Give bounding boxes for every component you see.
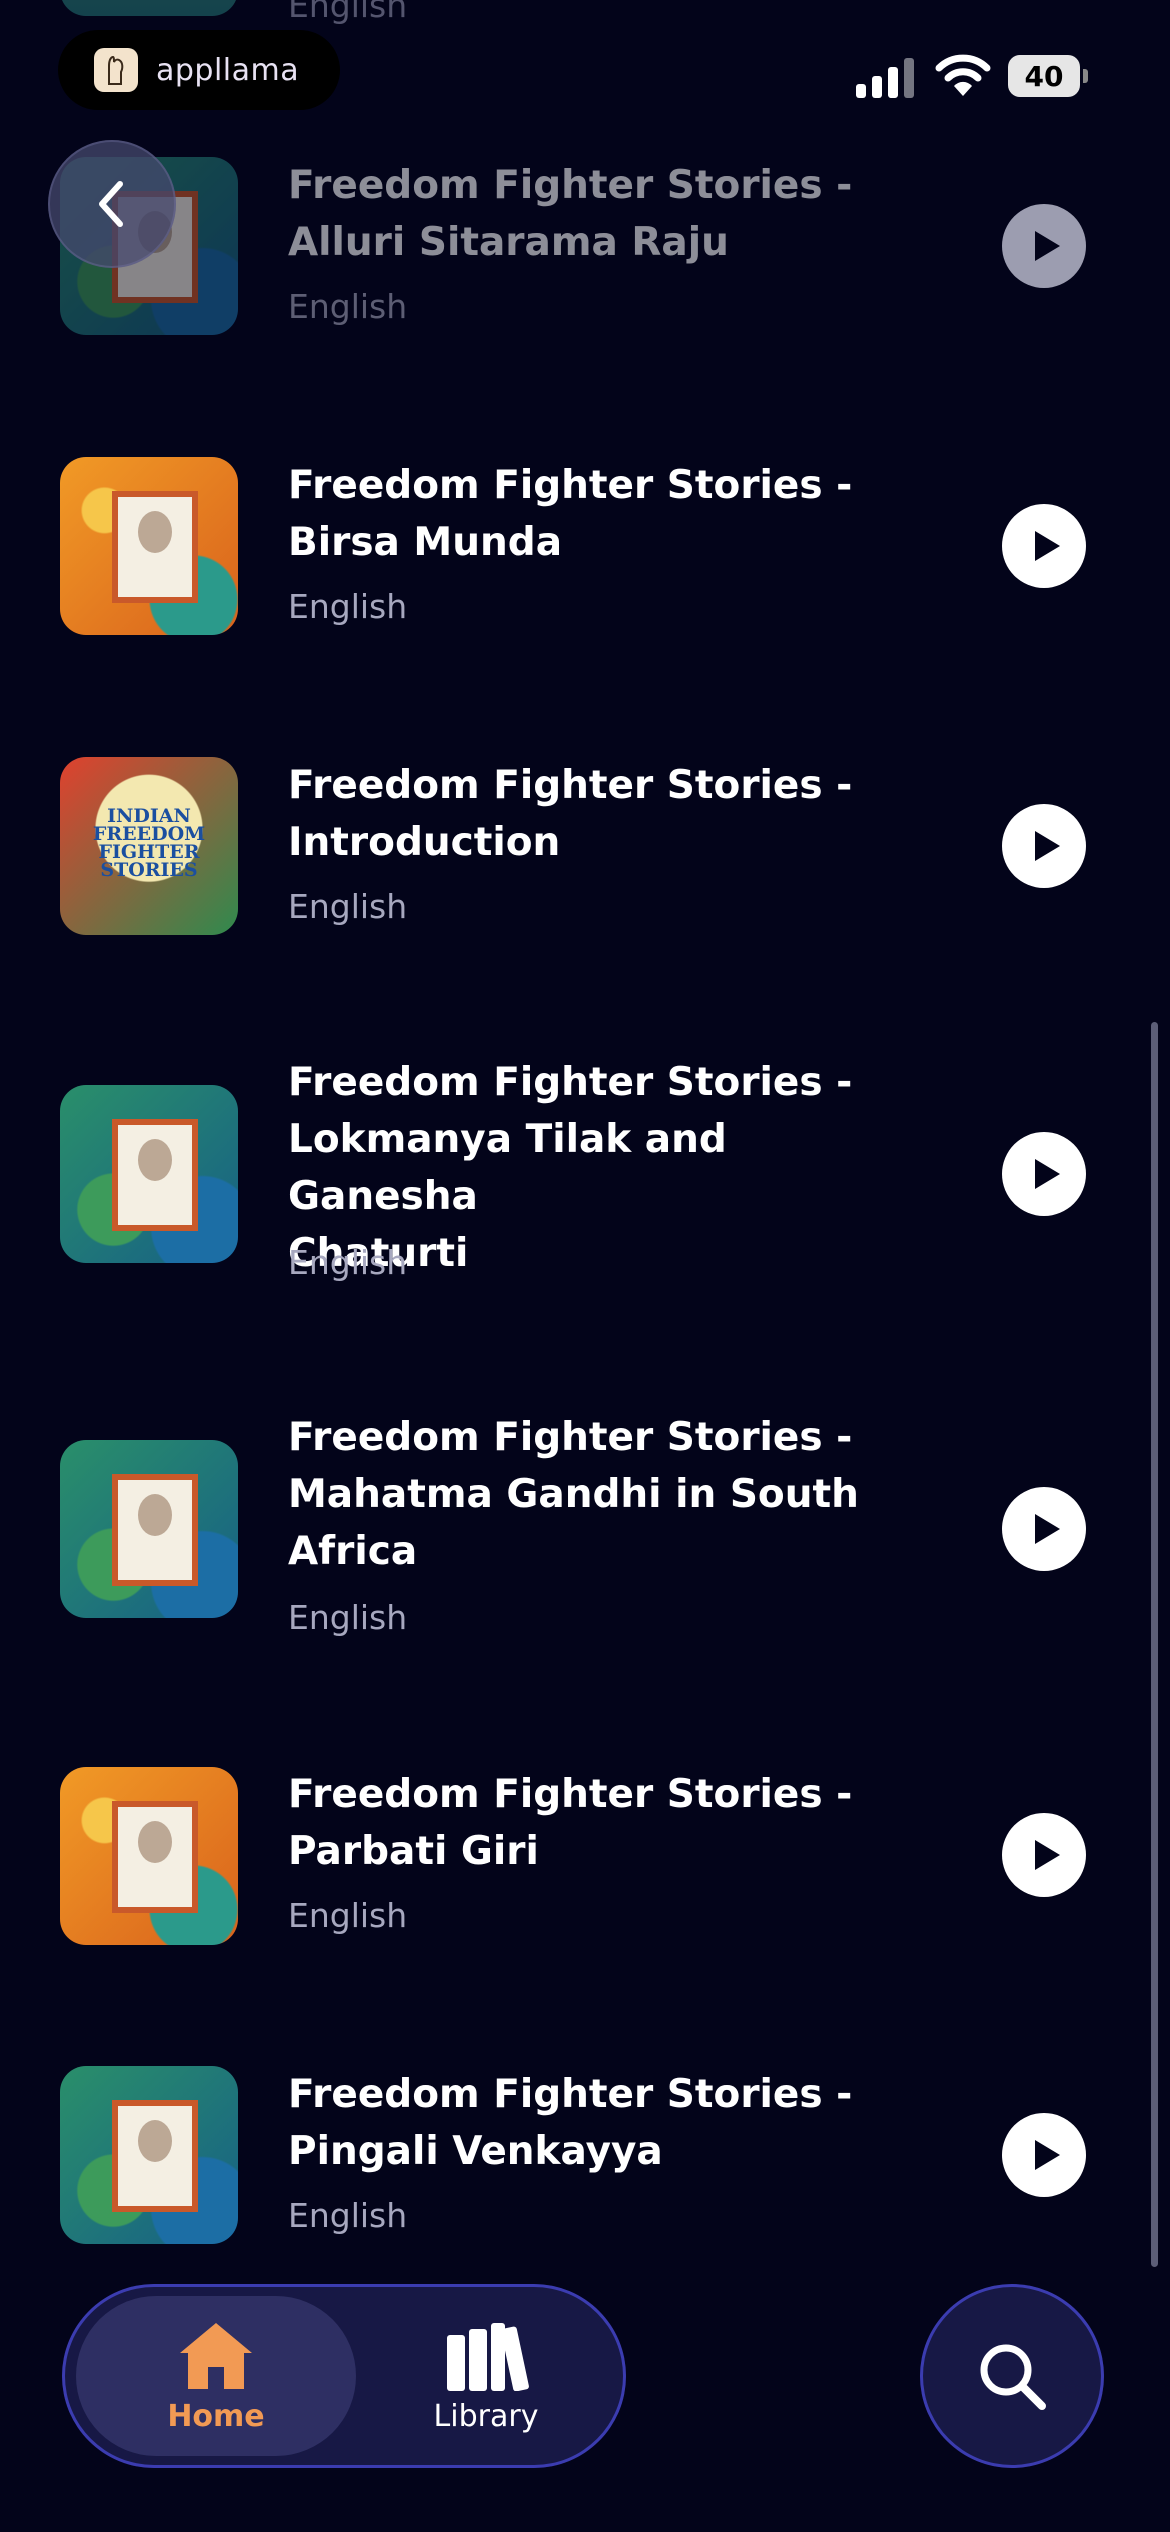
tab-library[interactable]: Library <box>362 2284 610 2468</box>
story-language: English <box>288 287 408 326</box>
cover-art: INDIAN FREEDOM FIGHTER STORIES <box>60 757 238 935</box>
play-icon <box>1034 1514 1060 1544</box>
story-title: Freedom Fighter Stories - Mahatma Gandhi… <box>288 1415 859 1574</box>
status-bar: appllama 40 <box>0 0 1170 150</box>
play-icon <box>1034 1840 1060 1870</box>
play-icon <box>1034 231 1060 261</box>
story-language: English <box>288 587 408 626</box>
wifi-icon <box>935 52 991 98</box>
scrollbar[interactable] <box>1151 1022 1158 2267</box>
cover-art <box>60 2066 238 2244</box>
battery-level: 40 <box>1008 55 1080 97</box>
app-name: appllama <box>156 52 300 88</box>
play-button[interactable] <box>1002 204 1086 288</box>
app-brand-pill: appllama <box>58 30 340 110</box>
tab-home-label: Home <box>167 2398 265 2434</box>
cover-art <box>60 1085 238 1263</box>
play-button[interactable] <box>1002 504 1086 588</box>
story-title: Freedom Fighter Stories - Pingali Venkay… <box>288 2072 853 2174</box>
cover-art <box>60 1440 238 1618</box>
tab-home[interactable]: Home <box>76 2284 356 2468</box>
cover-art-text: INDIAN FREEDOM FIGHTER STORIES <box>92 805 206 881</box>
search-button[interactable] <box>920 2284 1104 2468</box>
play-button[interactable] <box>1002 2113 1086 2197</box>
library-icon <box>447 2322 529 2391</box>
cover-art <box>60 1767 238 1945</box>
search-icon <box>980 2344 1046 2410</box>
story-title: Freedom Fighter Stories - Parbati Giri <box>288 1772 853 1874</box>
cover-art <box>60 457 238 635</box>
play-icon <box>1034 1159 1060 1189</box>
chevron-left-icon <box>99 181 123 227</box>
battery-indicator: 40 <box>1008 55 1088 97</box>
llama-logo-icon <box>94 48 138 92</box>
bottom-tab-bar: Home Library <box>62 2284 626 2468</box>
story-language: English <box>288 1896 408 1935</box>
story-language: English <box>288 1243 408 1282</box>
story-title: Freedom Fighter Stories - Alluri Sitaram… <box>288 163 853 265</box>
back-button[interactable] <box>48 140 176 268</box>
story-language: English <box>288 1598 408 1637</box>
play-icon <box>1034 2140 1060 2170</box>
play-icon <box>1034 531 1060 561</box>
story-title: Freedom Fighter Stories - Introduction <box>288 763 853 865</box>
play-button[interactable] <box>1002 1813 1086 1897</box>
play-button[interactable] <box>1002 1487 1086 1571</box>
story-title: Freedom Fighter Stories - Birsa Munda <box>288 463 853 565</box>
cellular-signal-icon <box>856 56 914 98</box>
play-button[interactable] <box>1002 1132 1086 1216</box>
story-language: English <box>288 887 408 926</box>
tab-library-label: Library <box>433 2398 539 2434</box>
play-icon <box>1034 831 1060 861</box>
home-icon <box>180 2322 252 2389</box>
play-button[interactable] <box>1002 804 1086 888</box>
story-language: English <box>288 2196 408 2235</box>
